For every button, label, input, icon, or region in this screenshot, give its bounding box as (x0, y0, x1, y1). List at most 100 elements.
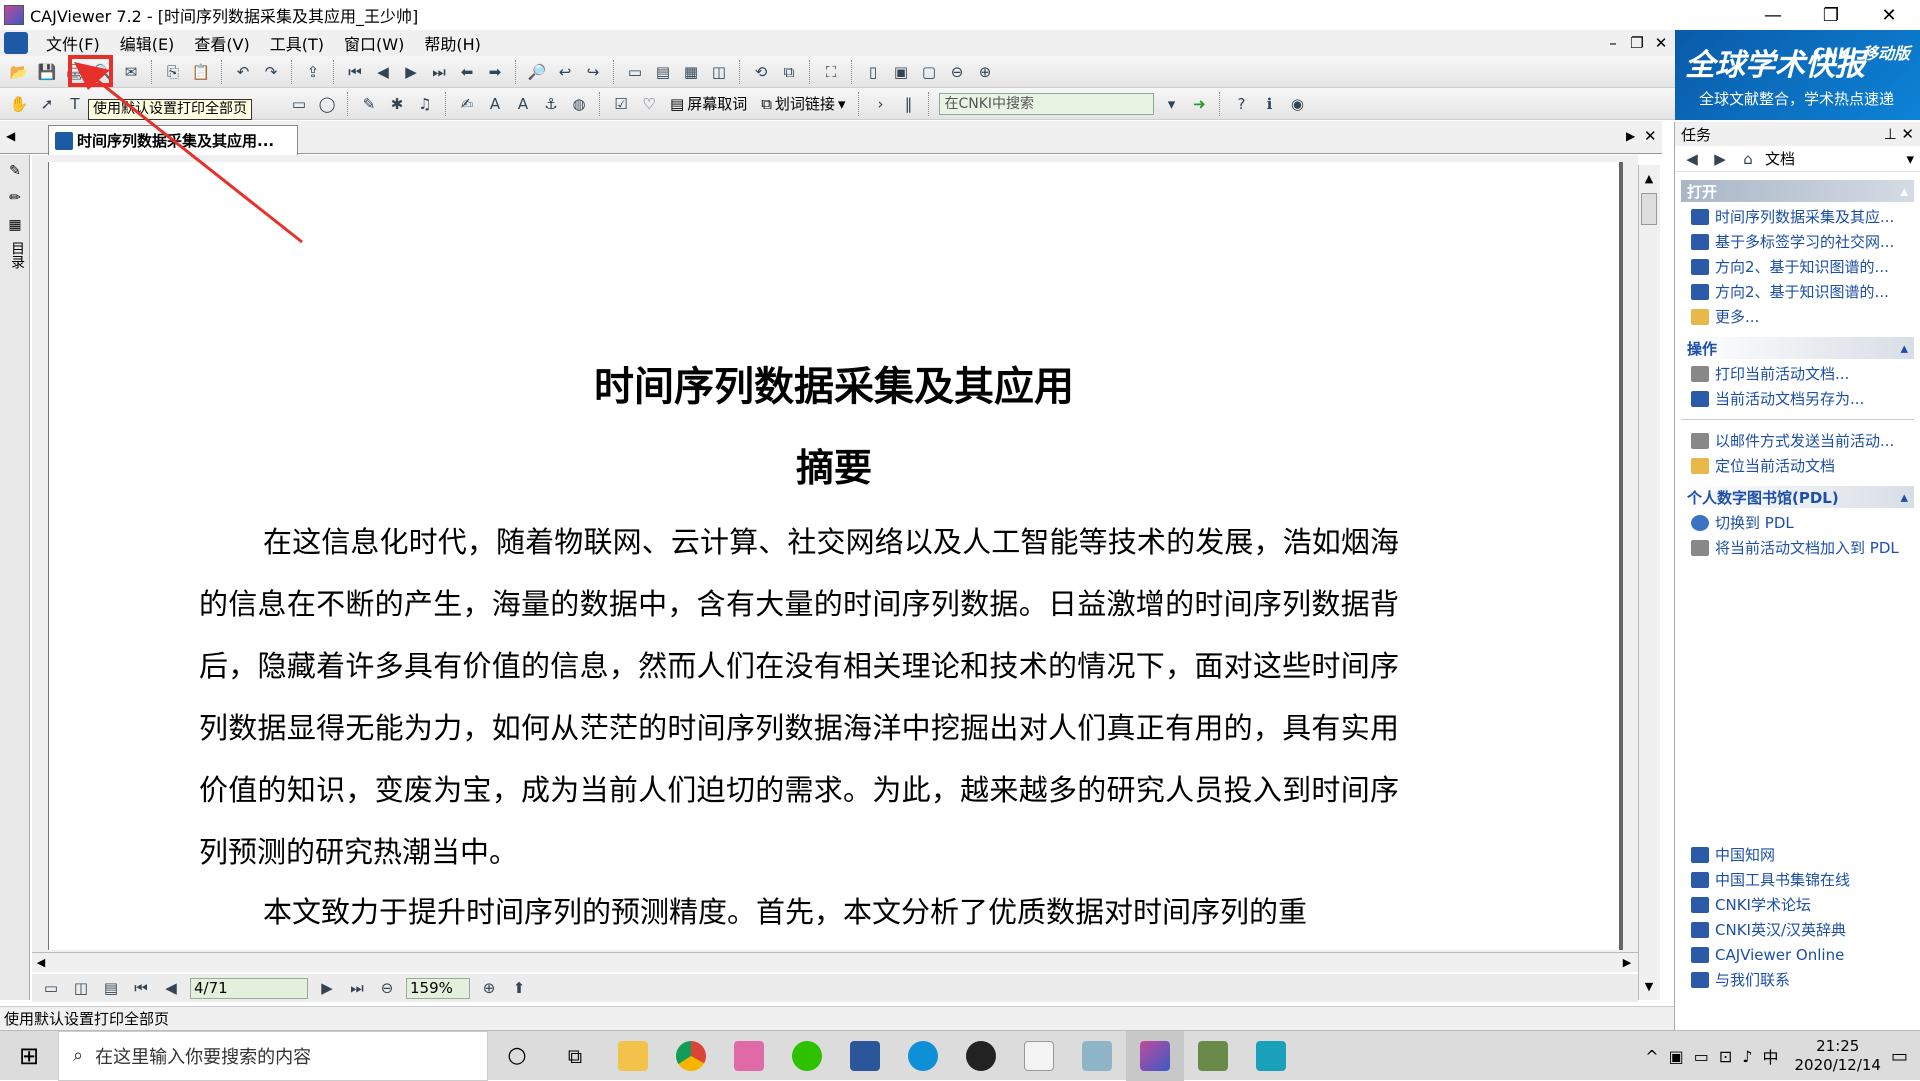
pen-panel-icon[interactable]: ✏ (4, 187, 26, 209)
link-cajviewer-online[interactable]: CAJViewer Online (1675, 942, 1920, 967)
notification-icon[interactable]: ▭ (1891, 1046, 1908, 1067)
restore-button[interactable]: ❐ (1802, 0, 1860, 30)
nav-first-page-icon[interactable]: ⏮ (130, 977, 152, 999)
tray-app-icon[interactable]: ▣ (1669, 1047, 1684, 1066)
close-button[interactable]: ✕ (1860, 0, 1918, 30)
ellipse-icon[interactable]: ◯ (316, 93, 338, 115)
annotation-panel-icon[interactable]: ✎ (4, 160, 26, 182)
thumbnail-panel-icon[interactable]: ▦ (4, 214, 26, 236)
next-page-icon[interactable]: ▶ (400, 61, 422, 83)
help-icon[interactable]: ? (1230, 93, 1252, 115)
menu-view[interactable]: 查看(V) (184, 31, 259, 55)
rotate-icon[interactable]: ⟲ (750, 61, 772, 83)
task-back-icon[interactable]: ◀ (1681, 148, 1703, 170)
nav-zoom-out-icon[interactable]: ⊖ (376, 977, 398, 999)
more-files-link[interactable]: 更多... (1675, 304, 1920, 329)
recent-file-4[interactable]: 方向2、基于知识图谱的... (1675, 279, 1920, 304)
menu-help[interactable]: 帮助(H) (414, 31, 491, 55)
task-pane-close-icon[interactable]: ✕ (1901, 125, 1914, 143)
mdi-close-button[interactable]: ✕ (1650, 32, 1672, 54)
single-page-icon[interactable]: ▭ (624, 61, 646, 83)
link-reference-tools[interactable]: 中国工具书集锦在线 (1675, 867, 1920, 892)
previous-page-icon[interactable]: ◀ (372, 61, 394, 83)
notepad-icon[interactable] (1010, 1031, 1068, 1081)
scroll-thumb[interactable] (1641, 193, 1657, 225)
nav-next-page-icon[interactable]: ▶ (316, 977, 338, 999)
double-view-icon[interactable]: ◫ (70, 977, 92, 999)
minimize-button[interactable]: — (1744, 0, 1802, 30)
mdi-restore-button[interactable]: ❐ (1626, 32, 1648, 54)
section-ops-header[interactable]: 操作 ▴ (1681, 337, 1914, 359)
tab-scroll-right-icon[interactable]: ▶ (1626, 129, 1635, 143)
wechat-icon[interactable] (778, 1031, 836, 1081)
cnki-search-input[interactable]: 在CNKI中搜索 (939, 92, 1155, 115)
tab-close-icon[interactable]: ✕ (1644, 127, 1657, 145)
edge-icon[interactable] (894, 1031, 952, 1081)
open-folder-icon[interactable]: 📂 (8, 61, 30, 83)
info-icon[interactable]: ℹ (1258, 93, 1280, 115)
battery-icon[interactable]: ▭ (1694, 1047, 1709, 1066)
horizontal-scrollbar[interactable]: ◀ ▶ (32, 952, 1638, 972)
nav-zoom-in-icon[interactable]: ⊕ (478, 977, 500, 999)
fit-page-icon[interactable]: ▣ (890, 61, 912, 83)
tray-expand-icon[interactable]: ^ (1645, 1047, 1658, 1066)
pencil-icon[interactable]: ✎ (358, 93, 380, 115)
stamp-icon[interactable]: ✱ (386, 93, 408, 115)
task-pane-nav-label[interactable]: 文档 (1765, 148, 1795, 169)
recent-file-3[interactable]: 方向2、基于知识图谱的... (1675, 254, 1920, 279)
bookmark-icon[interactable]: ♡ (638, 93, 660, 115)
audio-icon[interactable]: ♫ (414, 93, 436, 115)
find-previous-icon[interactable]: ↩ (554, 61, 576, 83)
task-forward-icon[interactable]: ▶ (1709, 148, 1731, 170)
nav-right-icon[interactable]: › (869, 93, 891, 115)
recent-file-2[interactable]: 基于多标签学习的社交网... (1675, 229, 1920, 254)
system-clock[interactable]: 21:25 2020/12/14 (1795, 1037, 1881, 1075)
pin-icon[interactable]: ⊥ (1884, 125, 1897, 143)
zoom-out-icon[interactable]: ⊖ (946, 61, 968, 83)
document-menu-icon[interactable] (4, 32, 28, 54)
first-page-icon[interactable]: ⏮ (344, 61, 366, 83)
section-pdl-header[interactable]: 个人数字图书馆(PDL) ▴ (1681, 486, 1914, 508)
tab-scroll-left-icon[interactable]: ◀ (6, 129, 15, 143)
anchor-icon[interactable]: ⚓ (540, 93, 562, 115)
scroll-down-icon[interactable]: ▼ (1639, 977, 1659, 997)
cajviewer-taskbar-icon[interactable] (1126, 1030, 1184, 1081)
start-button[interactable]: ⊞ (0, 1031, 58, 1081)
mdi-minimize-button[interactable]: – (1602, 32, 1624, 54)
print-active-doc-link[interactable]: 打印当前活动文档... (1675, 361, 1920, 386)
book-view-icon[interactable]: ◫ (708, 61, 730, 83)
word-icon[interactable] (836, 1031, 894, 1081)
link-dictionary[interactable]: CNKI英汉/汉英辞典 (1675, 917, 1920, 942)
menu-edit[interactable]: 编辑(E) (110, 31, 185, 55)
ime-indicator[interactable]: 中 (1763, 1044, 1779, 1068)
scroll-up-icon[interactable]: ▲ (1639, 169, 1659, 189)
section-open-header[interactable]: 打开 ▴ (1681, 180, 1914, 202)
tools-app-icon[interactable] (1184, 1031, 1242, 1081)
single-view-icon[interactable]: ▭ (40, 977, 62, 999)
back-icon[interactable]: ⬅ (456, 61, 478, 83)
network-icon[interactable]: ⊡ (1719, 1047, 1732, 1066)
word-link-button[interactable]: ⧉ 划词链接 ▾ (757, 93, 849, 114)
continuous-page-icon[interactable]: ▤ (652, 61, 674, 83)
link-cnki[interactable]: 中国知网 (1675, 842, 1920, 867)
link-forum[interactable]: CNKI学术论坛 (1675, 892, 1920, 917)
upload-icon[interactable]: ⬆ (508, 977, 530, 999)
document-app-icon[interactable] (1068, 1031, 1126, 1081)
menu-file[interactable]: 文件(F) (36, 31, 110, 55)
save-icon[interactable]: 💾 (36, 61, 58, 83)
continuous-view-icon[interactable]: ▤ (100, 977, 122, 999)
about-icon[interactable]: ◉ (1286, 93, 1308, 115)
screen-word-capture-button[interactable]: ▤ 屏幕取词 (666, 93, 751, 114)
document-view[interactable]: 时间序列数据采集及其应用 摘要 在这信息化时代，随着物联网、云计算、社交网络以及… (32, 155, 1638, 955)
layout-icon[interactable]: ⧉ (778, 61, 800, 83)
zoom-level-input[interactable]: 159% (406, 977, 470, 999)
menu-window[interactable]: 窗口(W) (334, 31, 414, 55)
switch-pdl-link[interactable]: 切换到 PDL (1675, 510, 1920, 535)
highlight-icon[interactable]: ✍ (456, 93, 478, 115)
recent-file-1[interactable]: 时间序列数据采集及其应... (1675, 204, 1920, 229)
task-view-icon[interactable]: ⧉ (546, 1031, 604, 1081)
scroll-right-icon[interactable]: ▶ (1618, 953, 1636, 973)
page-number-input[interactable]: 4/71 (190, 977, 308, 999)
link-contact[interactable]: 与我们联系 (1675, 967, 1920, 992)
zoom-in-icon[interactable]: ⊕ (974, 61, 996, 83)
